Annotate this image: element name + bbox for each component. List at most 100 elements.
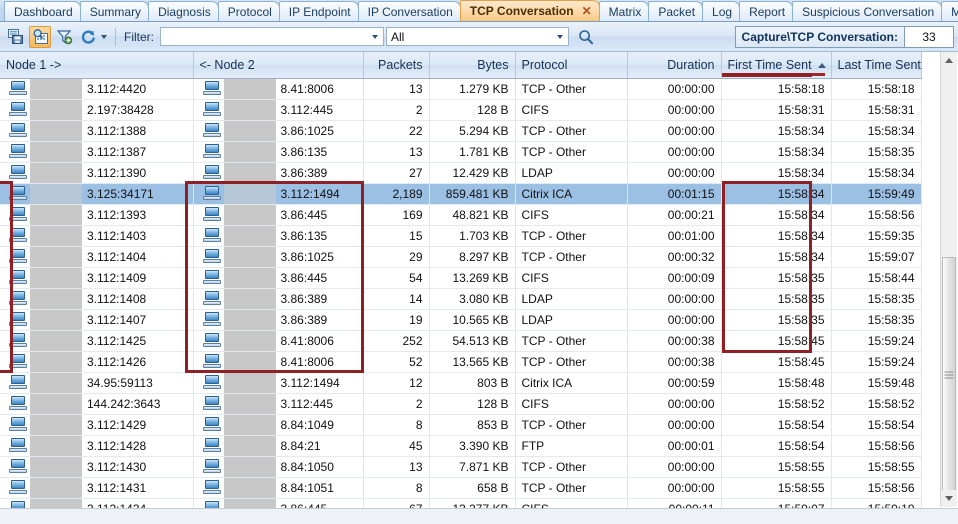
cell-last[interactable]: 15:58:18 [831, 78, 922, 100]
cell-bytes[interactable]: 803 B [429, 372, 516, 394]
cell-protocol[interactable]: TCP - Other [515, 225, 628, 247]
cell-last[interactable]: 15:58:52 [831, 393, 922, 415]
cell-protocol[interactable]: TCP - Other [515, 246, 628, 268]
tab-matrix[interactable]: Matrix [598, 1, 650, 21]
cell-first[interactable]: 15:58:34 [721, 120, 832, 142]
cell-duration[interactable]: 00:00:00 [627, 288, 722, 310]
table-row[interactable]: 3.112:1409 3.86:445 54 13.269 KB CIFS 00:00:0… [0, 267, 922, 289]
column-header-node1[interactable]: Node 1 -> [0, 52, 194, 79]
cell-packets[interactable]: 52 [363, 351, 430, 373]
scroll-down-arrow[interactable] [941, 490, 957, 507]
cell-bytes[interactable]: 128 B [429, 393, 516, 415]
vertical-scrollbar[interactable] [940, 52, 957, 507]
cell-duration[interactable]: 00:00:00 [627, 309, 722, 331]
cell-bytes[interactable]: 128 B [429, 99, 516, 121]
tab-summary[interactable]: Summary [79, 1, 150, 21]
cell-node2[interactable]: 8.84:1049 [193, 414, 364, 436]
cell-protocol[interactable]: FTP [515, 435, 628, 457]
cell-packets[interactable]: 13 [363, 141, 430, 163]
cell-last[interactable]: 15:59:24 [831, 351, 922, 373]
cell-packets[interactable]: 15 [363, 225, 430, 247]
cell-node1[interactable]: 2.197:38428 [0, 99, 194, 121]
cell-first[interactable]: 15:58:34 [721, 162, 832, 184]
cell-last[interactable]: 15:58:31 [831, 99, 922, 121]
cell-duration[interactable]: 00:00:00 [627, 477, 722, 499]
table-row[interactable]: 3.112:1404 3.86:1025 29 8.297 KB TCP - Other… [0, 246, 922, 268]
cell-node1[interactable]: 3.112:4420 [0, 78, 194, 100]
tab-ip-endpoint[interactable]: IP Endpoint [278, 1, 359, 21]
cell-duration[interactable]: 00:00:00 [627, 141, 722, 163]
cell-protocol[interactable]: CIFS [515, 204, 628, 226]
table-row[interactable]: 3.112:1387 3.86:135 13 1.781 KB TCP - Other 0… [0, 141, 922, 163]
cell-first[interactable]: 15:58:45 [721, 330, 832, 352]
cell-packets[interactable]: 252 [363, 330, 430, 352]
cell-node2[interactable]: 3.86:389 [193, 309, 364, 331]
cell-node2[interactable]: 3.112:1494 [193, 372, 364, 394]
cell-duration[interactable]: 00:01:00 [627, 225, 722, 247]
cell-bytes[interactable]: 859.481 KB [429, 183, 516, 205]
cell-node2[interactable]: 3.112:445 [193, 99, 364, 121]
cell-node1[interactable]: 3.112:1390 [0, 162, 194, 184]
table-row[interactable]: 2.197:38428 3.112:445 2 128 B CIFS 00:00:00 15… [0, 99, 922, 121]
cell-node2[interactable]: 3.112:1494 [193, 183, 364, 205]
cell-node1[interactable]: 3.112:1431 [0, 477, 194, 499]
table-row[interactable]: 3.112:1408 3.86:389 14 3.080 KB LDAP 00:00:00… [0, 288, 922, 310]
cell-packets[interactable]: 8 [363, 414, 430, 436]
cell-node2[interactable]: 3.86:1025 [193, 246, 364, 268]
cell-bytes[interactable]: 853 B [429, 414, 516, 436]
cell-protocol[interactable]: LDAP [515, 309, 628, 331]
cell-bytes[interactable]: 10.565 KB [429, 309, 516, 331]
cell-node2[interactable]: 3.86:389 [193, 288, 364, 310]
cell-duration[interactable]: 00:00:38 [627, 351, 722, 373]
tab-report[interactable]: Report [739, 1, 794, 21]
cell-last[interactable]: 15:58:34 [831, 120, 922, 142]
cell-protocol[interactable]: TCP - Other [515, 330, 628, 352]
cell-duration[interactable]: 00:00:38 [627, 330, 722, 352]
tab-packet[interactable]: Packet [648, 1, 704, 21]
cell-first[interactable]: 15:58:54 [721, 435, 832, 457]
vertical-scroll-thumb[interactable] [942, 257, 956, 493]
cell-protocol[interactable]: TCP - Other [515, 120, 628, 142]
cell-bytes[interactable]: 3.080 KB [429, 288, 516, 310]
cell-node2[interactable]: 8.84:21 [193, 435, 364, 457]
cell-duration[interactable]: 00:00:00 [627, 162, 722, 184]
close-icon[interactable]: ✕ [582, 4, 592, 18]
cell-node1[interactable]: 3.112:1403 [0, 225, 194, 247]
cell-node2[interactable]: 3.86:389 [193, 162, 364, 184]
cell-packets[interactable]: 13 [363, 456, 430, 478]
tab-tcp-conversation[interactable]: TCP Conversation ✕ [459, 0, 600, 21]
cell-packets[interactable]: 2 [363, 99, 430, 121]
export-icon[interactable] [5, 26, 27, 48]
table-row[interactable]: 3.112:1431 8.84:1051 8 658 B TCP - Other 00:0… [0, 477, 922, 499]
cell-duration[interactable]: 00:00:00 [627, 456, 722, 478]
cell-bytes[interactable]: 1.703 KB [429, 225, 516, 247]
cell-last[interactable]: 15:58:35 [831, 309, 922, 331]
cell-last[interactable]: 15:58:35 [831, 141, 922, 163]
table-row[interactable]: 3.112:1388 3.86:1025 22 5.294 KB TCP - Other… [0, 120, 922, 142]
cell-bytes[interactable]: 48.821 KB [429, 204, 516, 226]
tab-diagnosis[interactable]: Diagnosis [148, 1, 219, 21]
table-row[interactable]: 3.125:34171 3.112:1494 2,189 859.481 KB Citr… [0, 183, 922, 205]
cell-last[interactable]: 15:58:44 [831, 267, 922, 289]
cell-node2[interactable]: 8.41:8006 [193, 330, 364, 352]
cell-last[interactable]: 15:58:56 [831, 477, 922, 499]
cell-duration[interactable]: 00:00:01 [627, 435, 722, 457]
cell-first[interactable]: 15:58:45 [721, 351, 832, 373]
horizontal-scrollbar[interactable] [0, 508, 958, 524]
cell-packets[interactable]: 8 [363, 477, 430, 499]
cell-packets[interactable]: 19 [363, 309, 430, 331]
cell-first[interactable]: 15:58:34 [721, 183, 832, 205]
cell-last[interactable]: 15:59:48 [831, 372, 922, 394]
vertical-scroll-track[interactable] [941, 69, 957, 493]
cell-first[interactable]: 15:58:35 [721, 309, 832, 331]
cell-last[interactable]: 15:59:07 [831, 246, 922, 268]
cell-last[interactable]: 15:58:56 [831, 435, 922, 457]
cell-last[interactable]: 15:58:55 [831, 456, 922, 478]
cell-last[interactable]: 15:58:54 [831, 414, 922, 436]
cell-bytes[interactable]: 54.513 KB [429, 330, 516, 352]
cell-last[interactable]: 15:58:34 [831, 162, 922, 184]
tab-dashboard[interactable]: Dashboard [4, 1, 81, 21]
column-header-node2[interactable]: <- Node 2 [193, 52, 364, 79]
cell-node1[interactable]: 3.112:1387 [0, 141, 194, 163]
cell-protocol[interactable]: TCP - Other [515, 141, 628, 163]
